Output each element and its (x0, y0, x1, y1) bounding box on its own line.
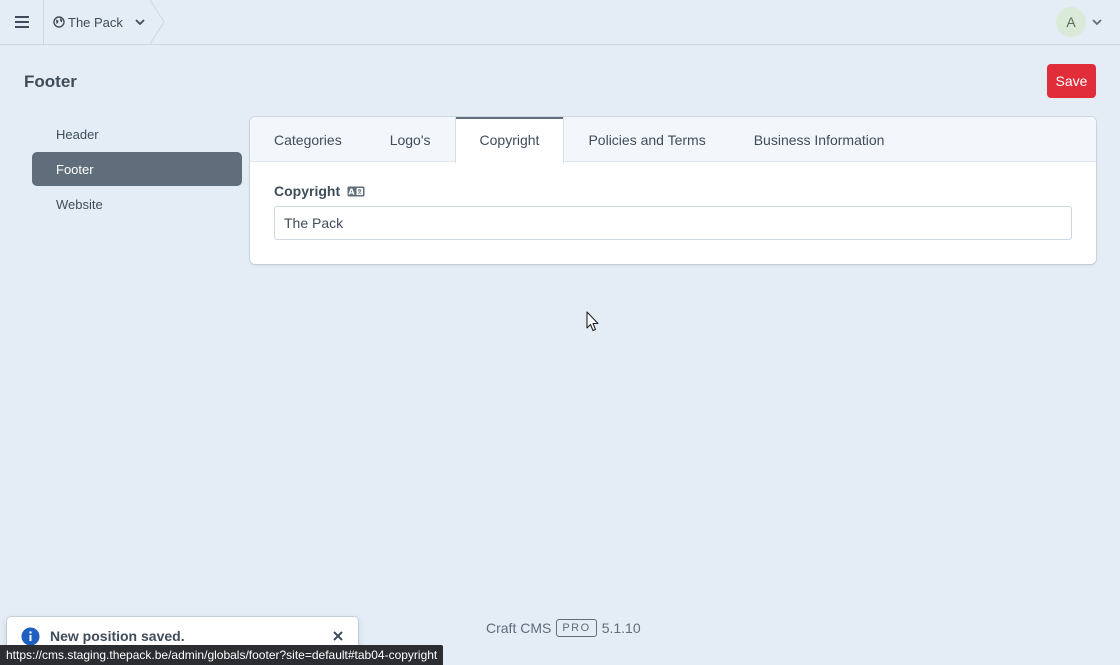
sidebar-item-label: Footer (56, 161, 94, 177)
copyright-input[interactable]: The Pack (274, 206, 1072, 240)
tab-logos[interactable]: Logo's (366, 117, 455, 162)
app-version: 5.1.10 (601, 620, 641, 636)
copyright-field: Copyright A The Pack (274, 183, 1072, 240)
tab-business-information[interactable]: Business Information (730, 117, 909, 162)
tab-policies-and-terms[interactable]: Policies and Terms (564, 117, 729, 162)
tab-bar: Categories Logo's Copyright Policies and… (250, 117, 1096, 163)
chevron-down-icon (135, 18, 145, 26)
edition-badge: PRO (556, 619, 597, 637)
sidebar-item-label: Header (56, 126, 99, 142)
mouse-cursor-icon (586, 311, 599, 332)
top-bar: The Pack A (0, 0, 1120, 45)
globe-icon (53, 16, 65, 28)
menu-button[interactable] (0, 0, 44, 44)
notification-message: New position saved. (50, 628, 185, 644)
app-name: Craft CMS (486, 620, 552, 636)
sidebar-item-header[interactable]: Header (32, 117, 242, 151)
breadcrumb-separator (150, 0, 165, 44)
chevron-down-icon (1092, 18, 1102, 26)
content-pane: Categories Logo's Copyright Policies and… (250, 117, 1096, 264)
tab-copyright[interactable]: Copyright (454, 117, 565, 163)
translatable-icon: A (347, 186, 365, 197)
site-name: The Pack (68, 14, 123, 30)
copyright-label: Copyright (274, 183, 341, 199)
avatar: A (1056, 7, 1086, 37)
sidebar-item-footer[interactable]: Footer (32, 152, 242, 186)
account-menu[interactable]: A (1056, 7, 1102, 37)
hamburger-icon (14, 16, 29, 28)
save-button[interactable]: Save (1047, 64, 1096, 98)
app-version-info: Craft CMS PRO 5.1.10 (486, 619, 641, 637)
sidebar-item-label: Website (56, 196, 103, 212)
sidebar-item-website[interactable]: Website (32, 187, 242, 221)
link-status-bar: https://cms.staging.thepack.be/admin/glo… (0, 645, 444, 665)
svg-text:A: A (349, 187, 356, 196)
sidebar: Header Footer Website (32, 117, 242, 222)
site-switcher[interactable]: The Pack (44, 0, 166, 44)
tab-categories[interactable]: Categories (250, 117, 366, 162)
field-label-row: Copyright A (274, 183, 1072, 199)
page-title: Footer (24, 72, 77, 91)
